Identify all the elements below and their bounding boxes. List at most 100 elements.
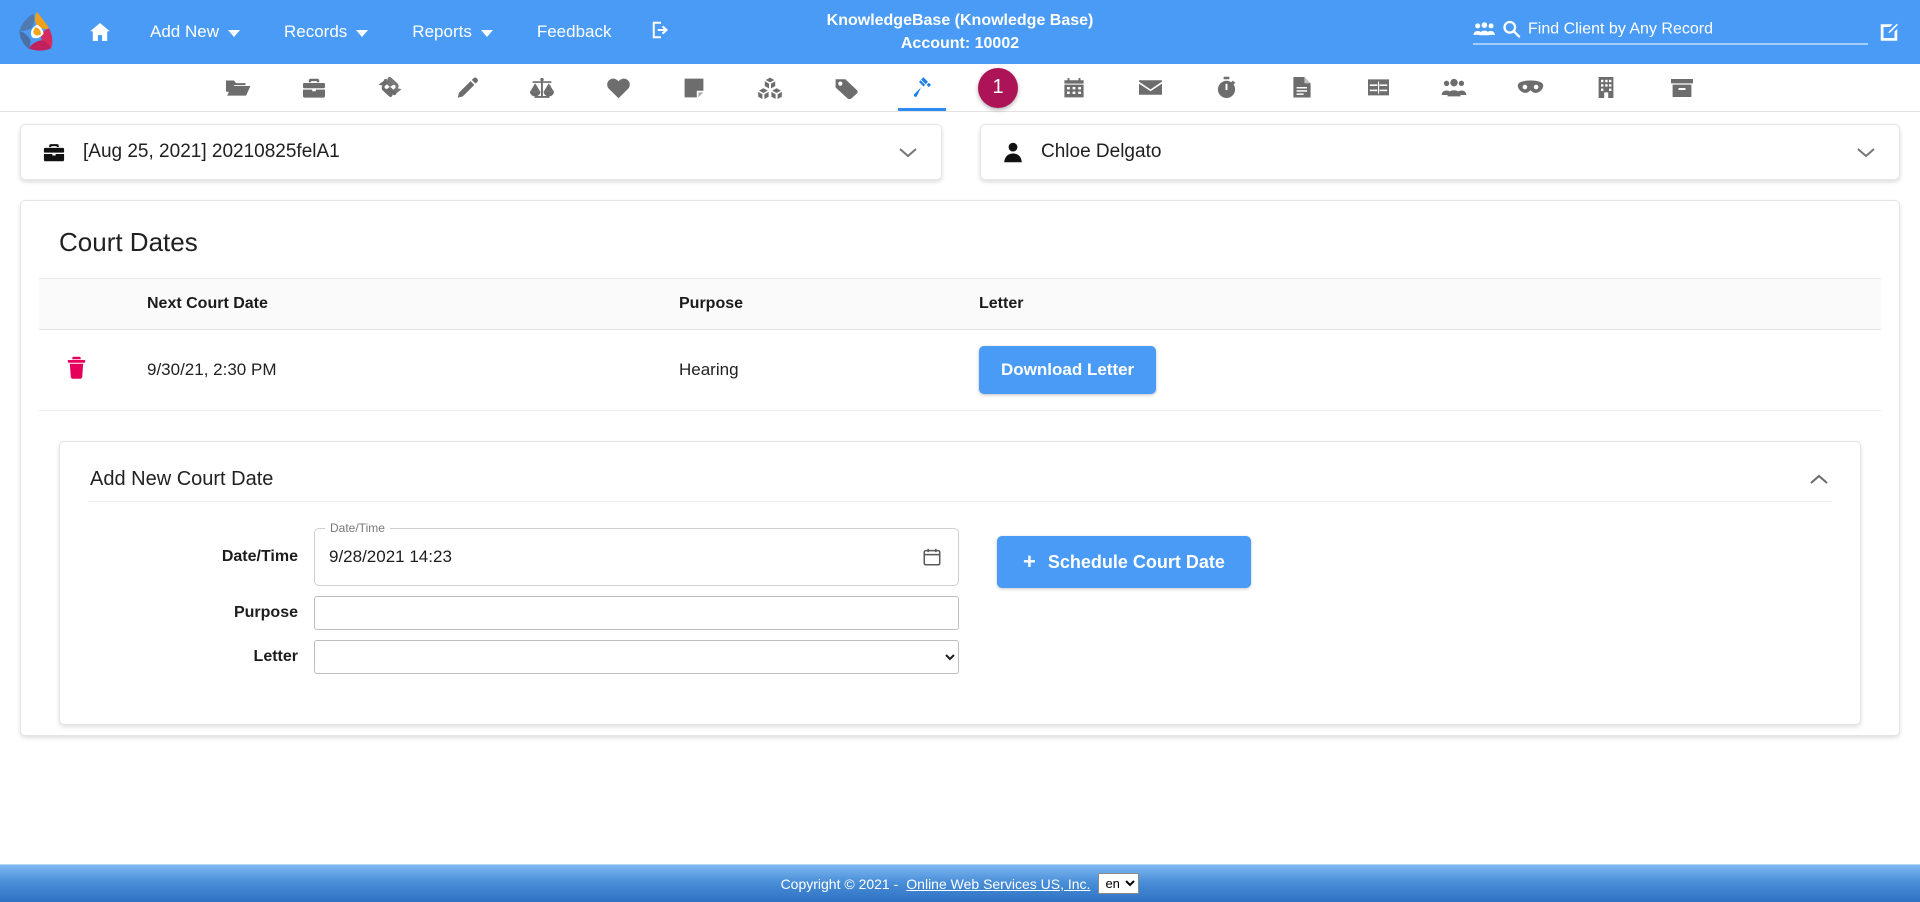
- folder-open-icon[interactable]: [200, 64, 276, 111]
- search-icon: [1502, 20, 1521, 39]
- status-badge-count: 1: [992, 76, 1004, 98]
- find-client-search[interactable]: [1473, 20, 1868, 45]
- form-row-purpose: Purpose: [88, 596, 959, 630]
- datetime-input[interactable]: [323, 547, 920, 567]
- users-group-icon[interactable]: [1416, 64, 1492, 111]
- copyright-text: Copyright © 2021 -: [780, 875, 899, 892]
- chevron-down-icon[interactable]: [897, 145, 919, 159]
- download-letter-button[interactable]: Download Letter: [979, 346, 1157, 394]
- user-icon: [1003, 142, 1023, 163]
- add-court-date-title: Add New Court Date: [90, 468, 274, 490]
- sticky-note-icon[interactable]: [656, 64, 732, 111]
- page-footer: Copyright © 2021 - Online Web Services U…: [0, 864, 1920, 902]
- archive-box-icon[interactable]: [1644, 64, 1720, 111]
- nav-add-new[interactable]: Add New: [128, 0, 262, 64]
- court-dates-table: Next Court Date Purpose Letter 9/30/21, …: [39, 278, 1881, 411]
- account-number: Account: 10002: [900, 35, 1020, 52]
- navbar-right: [1473, 20, 1900, 45]
- chevron-up-icon[interactable]: [1808, 473, 1830, 487]
- table-row: 9/30/21, 2:30 PM Hearing Download Letter: [39, 329, 1881, 411]
- triangle-hands-logo[interactable]: [14, 9, 60, 55]
- building-icon[interactable]: [1568, 64, 1644, 111]
- calendar-icon[interactable]: [1036, 64, 1112, 111]
- client-name: Chloe Delgato: [1041, 141, 1162, 162]
- trash-icon[interactable]: [67, 356, 86, 379]
- navbar-left-menu: Add New Records Reports Feedback: [72, 0, 688, 64]
- nav-reports[interactable]: Reports: [390, 0, 515, 64]
- calendar-picker-icon[interactable]: [920, 547, 944, 567]
- table-icon[interactable]: [1340, 64, 1416, 111]
- briefcase-icon: [43, 142, 65, 163]
- language-select[interactable]: en: [1098, 873, 1140, 894]
- add-court-date-form: Date/Time Date/Time Purpose: [88, 502, 1832, 684]
- cubes-icon[interactable]: [732, 64, 808, 111]
- add-court-date-panel: Add New Court Date Date/Time Date/Time 9…: [59, 441, 1861, 725]
- module-icon-toolbar: 1: [0, 64, 1920, 112]
- cell-next-court-date: 9/30/21, 2:30 PM: [111, 329, 671, 411]
- status-badge[interactable]: 1: [978, 67, 1018, 108]
- column-header-actions: [39, 278, 111, 330]
- add-court-date-header[interactable]: Add New Court Date: [88, 464, 1832, 502]
- datetime-field[interactable]: Date/Time: [314, 521, 959, 586]
- column-header-letter: Letter: [971, 278, 1881, 330]
- search-input[interactable]: [1528, 20, 1868, 38]
- purpose-input[interactable]: [314, 596, 959, 630]
- bottom-spacer: [0, 736, 1920, 856]
- datetime-legend: Date/Time: [325, 521, 390, 535]
- court-dates-panel: Court Dates Next Court Date Purpose Lett…: [20, 200, 1900, 736]
- nav-feedback[interactable]: Feedback: [515, 0, 634, 64]
- schedule-court-date-button[interactable]: + Schedule Court Date: [997, 536, 1251, 588]
- context-header-row: [Aug 25, 2021] 20210825felA1 Chloe Delga…: [0, 112, 1920, 180]
- file-alt-icon[interactable]: [1264, 64, 1340, 111]
- nav-feedback-label: Feedback: [536, 22, 612, 41]
- nav-add-new-label: Add New: [150, 22, 219, 41]
- letter-select[interactable]: [314, 640, 959, 674]
- top-navbar: Add New Records Reports Feedback Knowled…: [0, 0, 1920, 64]
- heart-icon[interactable]: [580, 64, 656, 111]
- form-row-letter: Letter: [88, 640, 959, 674]
- nav-reports-label: Reports: [412, 22, 472, 41]
- briefcase-icon[interactable]: [276, 64, 352, 111]
- datetime-label: Date/Time: [221, 548, 298, 565]
- chevron-down-icon: [356, 29, 369, 37]
- cell-purpose: Hearing: [671, 329, 971, 411]
- mask-icon[interactable]: [1492, 64, 1568, 111]
- letter-label: Letter: [253, 648, 298, 665]
- purpose-label: Purpose: [233, 604, 298, 621]
- pencil-icon[interactable]: [428, 64, 504, 111]
- page-title: Court Dates: [59, 227, 198, 257]
- company-link[interactable]: Online Web Services US, Inc.: [906, 876, 1090, 892]
- account-title-block: KnowledgeBase (Knowledge Base) Account: …: [827, 9, 1094, 55]
- gavel-icon[interactable]: [884, 64, 960, 111]
- sign-out-icon: [650, 19, 672, 46]
- client-selector-bar[interactable]: Chloe Delgato: [980, 124, 1900, 180]
- chevron-down-icon: [227, 29, 240, 37]
- cell-letter: Download Letter: [971, 329, 1881, 411]
- plus-icon: +: [1023, 549, 1036, 574]
- tag-icon[interactable]: [808, 64, 884, 111]
- envelope-icon[interactable]: [1112, 64, 1188, 111]
- chevron-down-icon[interactable]: [1855, 145, 1877, 159]
- court-dates-table-wrapper: Next Court Date Purpose Letter 9/30/21, …: [39, 278, 1881, 411]
- handshake-icon[interactable]: [352, 64, 428, 111]
- chevron-down-icon: [480, 29, 493, 37]
- case-selector-bar[interactable]: [Aug 25, 2021] 20210825felA1: [20, 124, 942, 180]
- nav-records[interactable]: Records: [262, 0, 390, 64]
- form-fields: Date/Time Date/Time Purpose: [88, 521, 959, 684]
- users-icon: [1473, 21, 1495, 38]
- home-icon: [88, 20, 112, 44]
- column-header-next-court-date: Next Court Date: [111, 278, 671, 330]
- row-delete-cell: [39, 329, 111, 411]
- table-header-row: Next Court Date Purpose Letter: [39, 278, 1881, 330]
- column-header-purpose: Purpose: [671, 278, 971, 330]
- knowledgebase-title: KnowledgeBase (Knowledge Base): [826, 11, 1094, 29]
- stopwatch-icon[interactable]: [1188, 64, 1264, 111]
- nav-home[interactable]: [72, 0, 128, 64]
- balance-scale-icon[interactable]: [504, 64, 580, 111]
- court-date-count-badge-slot: 1: [960, 64, 1036, 111]
- form-row-datetime: Date/Time Date/Time: [88, 521, 959, 586]
- schedule-court-date-label: Schedule Court Date: [1047, 551, 1225, 572]
- edit-square-icon[interactable]: [1878, 21, 1900, 43]
- nav-logout[interactable]: [634, 0, 688, 64]
- page-content: [Aug 25, 2021] 20210825felA1 Chloe Delga…: [0, 112, 1920, 856]
